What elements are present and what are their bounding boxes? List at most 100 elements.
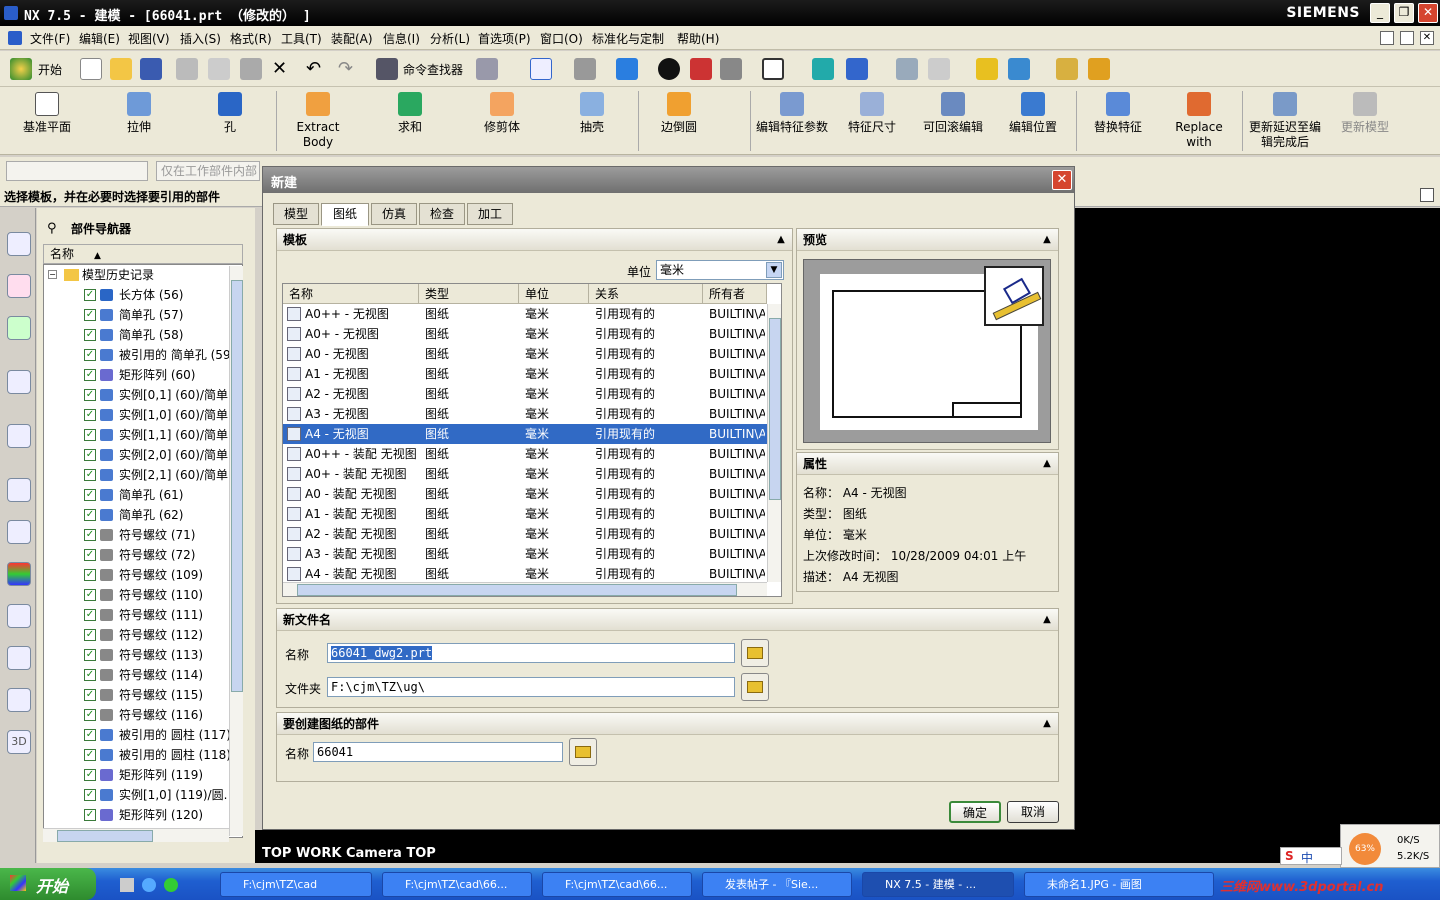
col-owner-header[interactable]: 所有者 [703,284,767,304]
tree-item[interactable]: ✓ 实例[1,1] (60)/简单. [44,425,242,445]
template-row[interactable]: A1 - 装配 无视图 图纸 毫米 引用现有的 BUILTIN\A [283,504,767,524]
start-menu-button[interactable]: 开始 [38,61,62,78]
template-row[interactable]: A2 - 装配 无视图 图纸 毫米 引用现有的 BUILTIN\A [283,524,767,544]
template-row[interactable]: A0+ - 无视图 图纸 毫米 引用现有的 BUILTIN\A [283,324,767,344]
tree-root[interactable]: − 模型历史记录 [44,265,242,285]
pencil-icon[interactable] [1088,58,1110,80]
task-nx[interactable]: NX 7.5 - 建模 - ... [862,872,1014,897]
tab-model[interactable]: 模型 [273,203,319,225]
system-materials-icon[interactable] [7,520,31,544]
menu-format[interactable]: 格式(R) [230,30,272,47]
start-button[interactable]: 开始 [0,868,96,900]
table-hscroll-thumb[interactable] [297,584,737,596]
template-row[interactable]: A3 - 无视图 图纸 毫米 引用现有的 BUILTIN\A [283,404,767,424]
menu-info[interactable]: 信息(I) [383,30,420,47]
dialog-close-button[interactable]: ✕ [1052,170,1072,190]
preview-header[interactable]: 预览 [797,229,1058,251]
part-navigator-icon[interactable] [7,316,31,340]
visibility-checkbox[interactable]: ✓ [84,789,96,801]
color-palette-icon[interactable] [7,562,31,586]
collapse-filename-icon[interactable]: ▲ [1040,613,1054,627]
table-hscroll[interactable] [283,582,767,596]
assembly-navigator-icon[interactable] [7,232,31,256]
visibility-checkbox[interactable]: ✓ [84,629,96,641]
tree-item[interactable]: ✓ 符号螺纹 (71) [44,525,242,545]
folder-input[interactable]: F:\cjm\TZ\ug\ [327,677,735,697]
ok-button[interactable]: 确定 [949,801,1001,823]
template-row[interactable]: A0++ - 无视图 图纸 毫米 引用现有的 BUILTIN\A [283,304,767,324]
measure-icon[interactable] [976,58,998,80]
visibility-checkbox[interactable]: ✓ [84,709,96,721]
template-row[interactable]: A0 - 无视图 图纸 毫米 引用现有的 BUILTIN\A [283,344,767,364]
datum-plane-button[interactable]: 基准平面 [14,89,80,153]
visibility-checkbox[interactable]: ✓ [84,609,96,621]
extrude-button[interactable]: 拉伸 [108,89,170,153]
hscroll-thumb[interactable] [57,830,153,842]
wcs-icon[interactable] [812,58,834,80]
name-column-header[interactable]: 名称 ▲ [43,244,243,264]
visibility-checkbox[interactable]: ✓ [84,529,96,541]
template-row[interactable]: A1 - 无视图 图纸 毫米 引用现有的 BUILTIN\A [283,364,767,384]
snap-icon[interactable] [928,58,950,80]
command-finder-button[interactable]: 命令查找器 [403,61,463,78]
web-browser-icon[interactable] [7,424,31,448]
tree-item[interactable]: ✓ 简单孔 (58) [44,325,242,345]
edit-feature-parameters-button[interactable]: 编辑特征参数 [754,89,830,153]
update-model-button[interactable]: 更新模型 [1334,89,1396,153]
visibility-checkbox[interactable]: ✓ [84,449,96,461]
visibility-checkbox[interactable]: ✓ [84,649,96,661]
tree-item[interactable]: ✓ 实例[0,1] (60)/简单. [44,385,242,405]
visibility-checkbox[interactable]: ✓ [84,489,96,501]
task-paint[interactable]: 未命名1.JPG - 画图 [1024,872,1214,897]
doc-minimize-button[interactable] [1380,31,1394,45]
filename-input[interactable]: 66041_dwg2.prt [327,643,735,663]
visibility-checkbox[interactable]: ✓ [84,769,96,781]
shell-button[interactable]: 抽壳 [566,89,618,153]
tree-item[interactable]: ✓ 被引用的 圆柱 (118) [44,745,242,765]
template-row[interactable]: A0++ - 装配 无视图 图纸 毫米 引用现有的 BUILTIN\A [283,444,767,464]
menu-preferences[interactable]: 首选项(P) [478,30,531,47]
rollback-edit-button[interactable]: 可回滚编辑 [918,89,988,153]
tree-item[interactable]: ✓ 实例[2,0] (60)/简单. [44,445,242,465]
template-row[interactable]: A0+ - 装配 无视图 图纸 毫米 引用现有的 BUILTIN\A [283,464,767,484]
collapse-properties-icon[interactable]: ▲ [1040,457,1054,471]
visibility-checkbox[interactable]: ✓ [84,409,96,421]
desktop-icon[interactable] [120,878,134,892]
ie-icon[interactable] [142,878,156,892]
doc-close-button[interactable]: ✕ [1420,31,1434,45]
chevron-down-icon[interactable]: ▼ [766,262,782,278]
type-filter-select[interactable] [6,161,148,181]
paste-icon[interactable] [240,58,262,80]
col-name-header[interactable]: 名称 [283,284,419,304]
shaded-view-icon[interactable] [616,58,638,80]
undo-icon[interactable]: ↶ [306,59,321,79]
task-explorer-cad[interactable]: F:\cjm\TZ\cad [220,872,372,897]
orient-icon[interactable] [846,58,868,80]
selection-filter-icon[interactable] [476,58,498,80]
cancel-button[interactable]: 取消 [1007,801,1059,823]
constraint-navigator-icon[interactable] [7,274,31,298]
visibility-checkbox[interactable]: ✓ [84,589,96,601]
ruler-icon[interactable] [1056,58,1078,80]
3d-icon[interactable]: 3D [7,730,31,754]
reuse-library-icon[interactable] [7,370,31,394]
tree-item[interactable]: ✓ 矩形阵列 (120) [44,805,242,825]
tab-inspection[interactable]: 检查 [419,203,465,225]
scope-filter-select[interactable]: 仅在工作部件内部 [156,161,260,181]
navigator-hscroll[interactable] [43,828,229,842]
menu-analysis[interactable]: 分析(L) [430,30,470,47]
menu-tools[interactable]: 工具(T) [281,30,322,47]
collapse-icon[interactable]: − [48,270,57,279]
edit-position-button[interactable]: 编辑位置 [1002,89,1064,153]
col-unit-header[interactable]: 单位 [519,284,589,304]
tab-drawing[interactable]: 图纸 [321,203,369,226]
tree-item[interactable]: ✓ 符号螺纹 (111) [44,605,242,625]
open-folder-icon[interactable] [110,58,132,80]
new-filename-header[interactable]: 新文件名 [277,609,1058,631]
copy-icon[interactable] [208,58,230,80]
visibility-checkbox[interactable]: ✓ [84,549,96,561]
save-icon[interactable] [140,58,162,80]
visibility-checkbox[interactable]: ✓ [84,509,96,521]
visibility-checkbox[interactable]: ✓ [84,309,96,321]
tab-simulation[interactable]: 仿真 [371,203,417,225]
